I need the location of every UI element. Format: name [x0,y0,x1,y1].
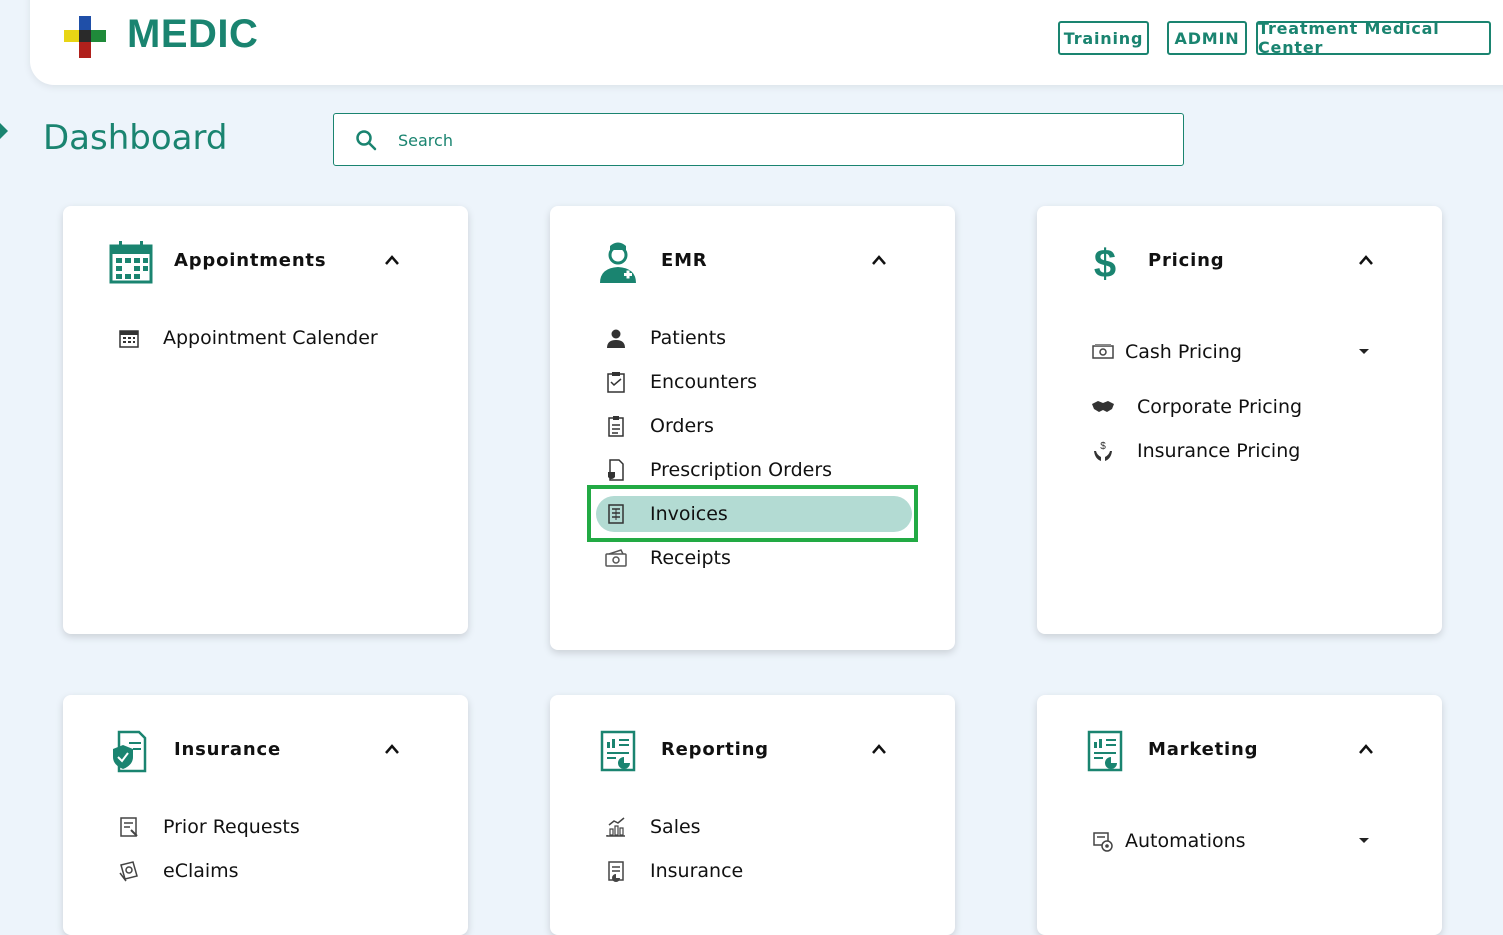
menu-item-eclaims[interactable]: eClaims [109,853,425,889]
clipboard-icon [607,372,625,393]
caret-down-icon[interactable] [1359,349,1369,354]
cash-icon [1092,344,1114,359]
menu-item-label: Receipts [650,547,731,569]
handshake-icon [1092,401,1114,412]
calendar-small-icon [119,330,139,348]
automation-icon [1093,832,1113,852]
chevron-up-icon[interactable] [870,253,888,267]
caret-down-icon[interactable] [1359,838,1369,843]
card-title: Marketing [1148,739,1259,760]
request-doc-icon [120,817,138,837]
menu-item-cash-pricing[interactable]: Cash Pricing [1083,334,1369,370]
chevron-up-icon[interactable] [383,742,401,756]
search-bar [333,113,1184,166]
receipt-cash-icon [605,549,627,567]
menu-item-prior-requests[interactable]: Prior Requests [109,809,425,845]
card-title: Insurance [174,739,281,760]
selection-highlight [587,485,918,542]
search-input[interactable] [396,114,1160,166]
card-reporting: Reporting Sales Insurance [550,695,955,935]
card-title: Appointments [174,250,327,271]
chevron-up-icon[interactable] [870,742,888,756]
calendar-icon [109,241,153,284]
patient-icon [607,329,625,348]
menu-item-label: Prior Requests [163,816,300,838]
menu-item-corporate-pricing[interactable]: Corporate Pricing [1083,389,1399,425]
admin-button[interactable]: ADMIN [1167,21,1247,55]
menu-item-label: Automations [1125,830,1246,852]
menu-item-label: Sales [650,816,701,838]
menu-item-label: Corporate Pricing [1137,396,1303,418]
svg-text:$: $ [1100,441,1106,452]
brand-name: MEDIC [127,12,259,56]
hands-dollar-icon: $ [1094,441,1112,461]
menu-item-label: Cash Pricing [1125,341,1242,363]
facility-button[interactable]: Treatment Medical Center [1256,19,1491,57]
chevron-up-icon[interactable] [1357,742,1375,756]
menu-item-label: Appointment Calender [163,327,378,349]
menu-item-label: Insurance Pricing [1137,440,1301,462]
card-marketing: Marketing Automations [1037,695,1442,935]
doctor-icon [600,242,636,283]
menu-item-receipts[interactable]: Receipts [596,540,912,576]
menu-item-sales[interactable]: Sales [596,809,912,845]
menu-item-label: Orders [650,415,714,437]
menu-item-encounters[interactable]: Encounters [596,364,912,400]
insurance-doc-icon [113,730,147,773]
menu-item-label: Prescription Orders [650,459,833,481]
menu-item-label: eClaims [163,860,239,882]
svg-text:$: $ [1094,242,1116,284]
menu-item-automations[interactable]: Automations [1083,823,1369,859]
card-title: Reporting [661,739,769,760]
menu-item-orders[interactable]: Orders [596,408,912,444]
dollar-icon: $ [1094,242,1116,284]
menu-item-patients[interactable]: Patients [596,320,912,356]
card-emr: EMR Patients Encounters Orders Prescript… [550,206,955,650]
claims-icon [119,861,138,882]
sales-chart-icon [606,817,625,837]
card-pricing: $ Pricing Cash Pricing Corporate Pricing… [1037,206,1442,634]
report-doc-icon [608,861,624,882]
card-title: EMR [661,250,708,271]
menu-item-label: Insurance [650,860,744,882]
search-icon[interactable] [354,128,378,152]
training-button[interactable]: Training [1058,21,1149,55]
card-title: Pricing [1148,250,1225,271]
card-appointments: Appointments Appointment Calender [63,206,468,634]
menu-item-label: Encounters [650,371,758,393]
card-insurance: Insurance Prior Requests eClaims [63,695,468,935]
chevron-up-icon[interactable] [1357,253,1375,267]
page-title: Dashboard [43,118,228,158]
logo-icon [64,16,106,58]
report-icon [1087,730,1123,772]
prescription-icon [608,459,624,481]
order-clipboard-icon [608,416,624,437]
menu-item-prescription-orders[interactable]: Prescription Orders [596,452,912,488]
chevron-up-icon[interactable] [383,253,401,267]
sidebar-toggle-icon[interactable] [0,123,8,139]
report-icon [600,730,636,772]
menu-item-insurance-report[interactable]: Insurance [596,853,912,889]
menu-item-appointment-calender[interactable]: Appointment Calender [109,320,425,356]
menu-item-label: Patients [650,327,727,349]
menu-item-insurance-pricing[interactable]: $ Insurance Pricing [1083,433,1399,469]
